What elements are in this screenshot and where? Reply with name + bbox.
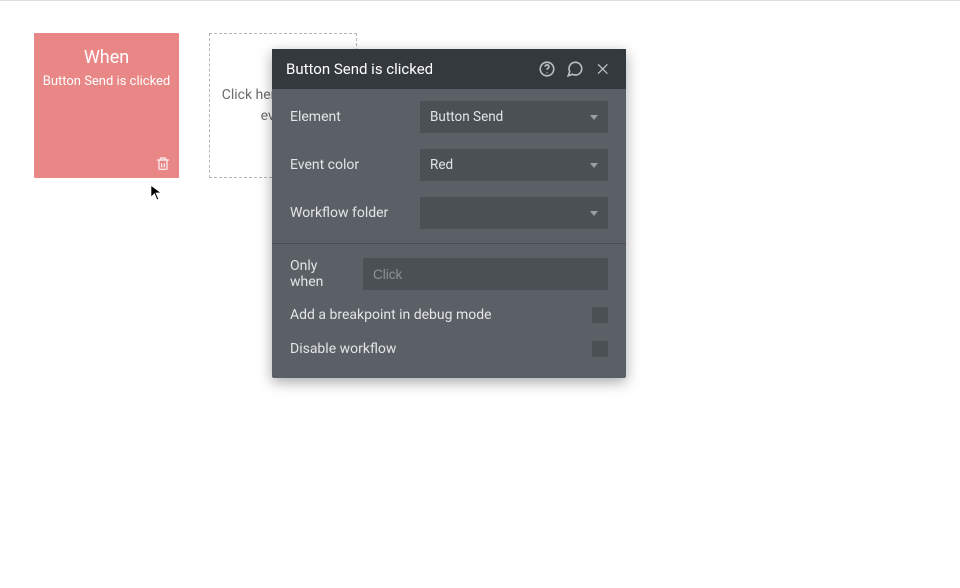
label-breakpoint: Add a breakpoint in debug mode bbox=[290, 307, 492, 323]
chevron-down-icon bbox=[590, 211, 598, 216]
chevron-down-icon bbox=[590, 163, 598, 168]
row-disable: Disable workflow bbox=[272, 332, 626, 366]
chevron-down-icon bbox=[590, 115, 598, 120]
label-event-color: Event color bbox=[290, 157, 410, 173]
select-workflow-folder[interactable] bbox=[420, 197, 608, 229]
checkbox-disable[interactable] bbox=[592, 341, 608, 357]
close-icon[interactable] bbox=[594, 60, 612, 78]
select-element[interactable]: Button Send bbox=[420, 101, 608, 133]
panel-body: Element Button Send Event color Red Work… bbox=[272, 89, 626, 378]
event-card-title: When bbox=[34, 45, 179, 70]
panel-header: Button Send is clicked bbox=[272, 49, 626, 89]
cursor-icon bbox=[150, 184, 164, 202]
event-properties-panel: Button Send is clicked Element bbox=[272, 49, 626, 378]
panel-header-icons bbox=[538, 60, 612, 78]
select-event-color-value: Red bbox=[430, 157, 453, 173]
panel-title: Button Send is clicked bbox=[286, 60, 433, 78]
comment-icon[interactable] bbox=[566, 60, 584, 78]
help-icon[interactable] bbox=[538, 60, 556, 78]
event-card-subtitle: Button Send is clicked bbox=[34, 74, 179, 89]
select-event-color[interactable]: Red bbox=[420, 149, 608, 181]
checkbox-breakpoint[interactable] bbox=[592, 307, 608, 323]
input-only-when[interactable] bbox=[363, 258, 608, 290]
top-border bbox=[0, 0, 960, 1]
label-disable: Disable workflow bbox=[290, 341, 396, 357]
label-workflow-folder: Workflow folder bbox=[290, 205, 410, 221]
trash-icon[interactable] bbox=[155, 156, 171, 172]
panel-bottom-pad bbox=[272, 366, 626, 374]
row-event-color: Event color Red bbox=[272, 141, 626, 189]
select-element-value: Button Send bbox=[430, 109, 503, 125]
row-element: Element Button Send bbox=[272, 93, 626, 141]
divider bbox=[272, 243, 626, 244]
label-only-when: Only when bbox=[290, 258, 353, 290]
event-card[interactable]: When Button Send is clicked bbox=[34, 33, 179, 178]
label-element: Element bbox=[290, 109, 410, 125]
row-only-when: Only when bbox=[272, 250, 626, 298]
row-breakpoint: Add a breakpoint in debug mode bbox=[272, 298, 626, 332]
row-workflow-folder: Workflow folder bbox=[272, 189, 626, 237]
